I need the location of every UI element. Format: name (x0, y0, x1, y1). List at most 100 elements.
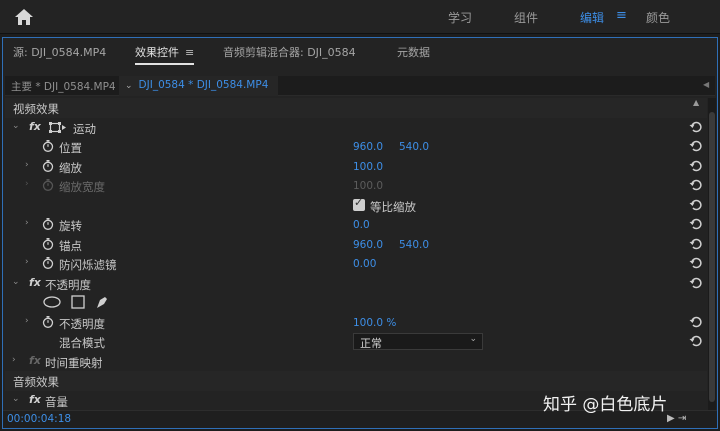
video-effects-label: 视频效果 (13, 102, 59, 116)
fx-toggle-icon[interactable]: fx (29, 393, 41, 406)
reset-icon[interactable] (689, 237, 703, 251)
position-row: 位置 960.0 540.0 (5, 137, 707, 157)
opacity-value-row: › 不透明度 100.0 % (5, 313, 707, 333)
play-only-clip-icon[interactable]: ◀ (703, 80, 709, 89)
position-label: 位置 (59, 141, 82, 155)
reset-icon[interactable] (689, 159, 703, 173)
anchor-y-value[interactable]: 540.0 (399, 239, 429, 251)
scale-width-label: 缩放宽度 (59, 180, 105, 194)
reset-icon[interactable] (689, 139, 703, 153)
video-effects-header: 视频效果 (5, 98, 707, 118)
scale-width-row: › 缩放宽度 100.0 (5, 176, 707, 196)
reset-icon[interactable] (689, 217, 703, 231)
vertical-scrollbar[interactable] (708, 98, 716, 410)
blend-mode-select[interactable]: 正常 ⌄ (353, 333, 483, 350)
stopwatch-icon[interactable] (42, 159, 54, 172)
chevron-right-icon[interactable]: › (25, 160, 29, 170)
workspace-tab-learn[interactable]: 学习 (448, 9, 472, 26)
blend-mode-label: 混合模式 (59, 336, 105, 350)
reset-icon[interactable] (689, 256, 703, 270)
time-remap-label: 时间重映射 (45, 355, 103, 370)
rotation-row: › 旋转 0.0 (5, 215, 707, 235)
panel-tab-strip: 源: DJI_0584.MP4 效果控件 ≡ 音频剪辑混合器: DJI_0584 … (3, 38, 717, 66)
reset-icon[interactable] (689, 334, 703, 348)
play-audio-icon[interactable]: ▶ ⇥ (667, 413, 686, 424)
chevron-down-icon[interactable]: ⌄ (12, 121, 20, 131)
uniform-scale-checkbox[interactable] (353, 196, 365, 211)
chevron-down-icon[interactable]: ⌄ (12, 277, 20, 287)
tab-audio-clip-mixer[interactable]: 音频剪辑混合器: DJI_0584 (223, 44, 356, 60)
stopwatch-icon (42, 179, 54, 191)
stopwatch-icon[interactable] (42, 140, 54, 152)
anti-flicker-row: › 防闪烁滤镜 0.00 (5, 254, 707, 274)
home-icon[interactable] (14, 8, 34, 26)
anti-flicker-label: 防闪烁滤镜 (59, 258, 117, 272)
chevron-right-icon[interactable]: › (25, 218, 29, 228)
watermark-text: 知乎 @白色底片 (543, 395, 668, 415)
sequence-clip-label: DJI_0584 * DJI_0584.MP4 (138, 79, 269, 91)
collapse-section-icon[interactable]: ▲ (693, 98, 699, 107)
chevron-right-icon[interactable]: › (12, 355, 16, 365)
position-y-value[interactable]: 540.0 (399, 141, 429, 153)
chevron-right-icon[interactable]: › (25, 316, 29, 326)
blend-mode-row: 混合模式 正常 ⌄ (5, 332, 707, 352)
stopwatch-icon[interactable] (42, 315, 54, 328)
workspace-tab-color[interactable]: 颜色 (646, 9, 670, 26)
workspace-bar: 学习 组件 编辑 ≡ 颜色 (0, 0, 720, 34)
motion-label: 运动 (73, 121, 96, 136)
clip-selector-bar: 主要 * DJI_0584.MP4 ⌄ DJI_0584 * DJI_0584.M… (5, 76, 715, 96)
tab-source[interactable]: 源: DJI_0584.MP4 (13, 44, 106, 60)
workspace-tab-assembly[interactable]: 组件 (514, 9, 538, 26)
effect-controls-panel: 源: DJI_0584.MP4 效果控件 ≡ 音频剪辑混合器: DJI_0584 … (2, 37, 718, 429)
mask-tools-row (5, 293, 707, 313)
motion-transform-icon[interactable] (49, 121, 67, 133)
stopwatch-icon[interactable] (42, 237, 54, 250)
tab-metadata[interactable]: 元数据 (397, 44, 430, 60)
anchor-point-row: 锚点 960.0 540.0 (5, 235, 707, 255)
audio-effects-header: 音频效果 (5, 371, 707, 391)
reset-icon[interactable] (689, 315, 703, 329)
anchor-point-label: 锚点 (59, 238, 82, 253)
motion-effect-row[interactable]: ⌄ fx 运动 (5, 118, 707, 138)
opacity-effect-label: 不透明度 (45, 277, 91, 292)
chevron-down-icon: ⌄ (469, 334, 477, 344)
tab-effect-controls[interactable]: 效果控件 ≡ (135, 44, 195, 65)
scale-value[interactable]: 100.0 (353, 161, 383, 173)
effect-rows: 视频效果 ⌄ fx 运动 位置 960.0 540.0 › 缩放 100.0 ›… (5, 98, 707, 410)
chevron-down-icon[interactable]: ⌄ (12, 394, 20, 404)
opacity-effect-row[interactable]: ⌄ fx 不透明度 (5, 274, 707, 294)
blend-mode-value: 正常 (360, 337, 382, 350)
panel-menu-icon[interactable]: ≡ (185, 46, 194, 59)
audio-effects-label: 音频效果 (13, 375, 59, 389)
fx-toggle-icon[interactable]: fx (29, 120, 41, 133)
opacity-value[interactable]: 100.0 % (353, 317, 396, 329)
fx-toggle-icon[interactable]: fx (29, 276, 41, 289)
sequence-clip-dropdown[interactable]: ⌄ DJI_0584 * DJI_0584.MP4 (119, 76, 279, 96)
position-x-value[interactable]: 960.0 (353, 141, 383, 153)
rotation-label: 旋转 (59, 219, 82, 233)
timecode-display[interactable]: 00:00:04:18 (7, 413, 71, 425)
reset-icon[interactable] (689, 276, 703, 290)
ellipse-mask-icon[interactable] (43, 296, 61, 308)
master-clip-label[interactable]: 主要 * DJI_0584.MP4 (11, 79, 116, 94)
time-remap-row[interactable]: › fx 时间重映射 (5, 352, 707, 372)
anchor-x-value[interactable]: 960.0 (353, 239, 383, 251)
uniform-scale-label: 等比缩放 (370, 199, 416, 214)
reset-icon[interactable] (689, 178, 703, 192)
stopwatch-icon[interactable] (42, 218, 54, 230)
fx-toggle-icon: fx (29, 353, 41, 367)
chevron-right-icon[interactable]: › (25, 257, 29, 267)
pen-mask-icon[interactable] (95, 295, 109, 309)
workspace-tab-editing[interactable]: 编辑 (580, 9, 604, 26)
rotation-value[interactable]: 0.0 (353, 219, 370, 231)
scale-width-value: 100.0 (353, 180, 384, 192)
anti-flicker-value[interactable]: 0.00 (353, 258, 376, 270)
scrollbar-thumb[interactable] (709, 112, 715, 402)
scale-row: › 缩放 100.0 (5, 157, 707, 177)
chevron-down-icon: ⌄ (125, 81, 133, 91)
reset-icon[interactable] (689, 120, 703, 134)
reset-icon[interactable] (689, 198, 703, 212)
workspace-menu-icon[interactable]: ≡ (616, 8, 627, 23)
stopwatch-icon[interactable] (42, 257, 54, 269)
rectangle-mask-icon[interactable] (71, 295, 85, 309)
